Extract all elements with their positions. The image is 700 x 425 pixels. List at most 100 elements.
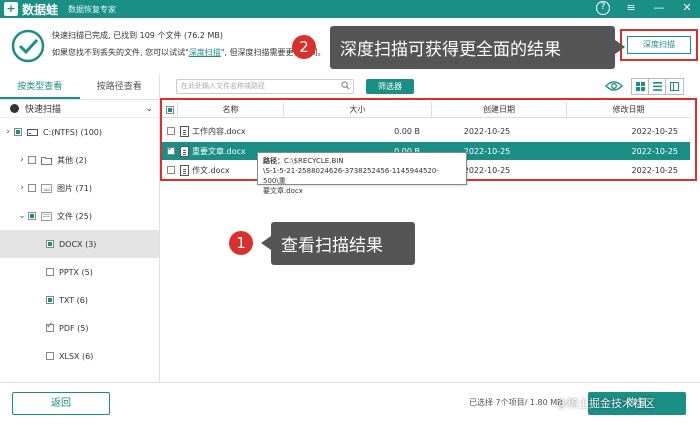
app-subtitle: 数据恢复专家 xyxy=(68,4,117,14)
callout-2: 深度扫描可获得更全面的结果 xyxy=(330,26,625,69)
tree-checkbox[interactable] xyxy=(46,321,54,332)
tooltip-path-3: 要文章.docx xyxy=(263,187,303,195)
grid-view-icon[interactable] xyxy=(632,79,649,94)
selection-summary: 已选择 7个项目/ 1.80 MB xyxy=(469,398,563,407)
tooltip-path-1: C:\$RECYCLE.BIN xyxy=(284,157,344,165)
back-button[interactable]: 返回 xyxy=(12,392,110,415)
tree-item-label: XLSX (6) xyxy=(59,351,94,361)
file-modified: 2022-10-25 xyxy=(631,126,679,136)
chevron-right-icon[interactable]: › xyxy=(16,155,28,165)
tooltip-path-2: \S-1-5-21-2588024626-3738252456-11459445… xyxy=(263,167,439,185)
tree-checkbox[interactable] xyxy=(28,156,36,164)
quick-scan-dropdown[interactable]: 快速扫描 ⌄ xyxy=(0,100,159,118)
hint-prefix: 如果您找不到丢失的文件, 您可以试试" xyxy=(52,48,189,57)
scan-summary-text: 快速扫描已完成, 已找到 109 个文件 (76.2 MB) xyxy=(52,31,223,40)
tree-item-other[interactable]: › 其他 (2) xyxy=(0,146,159,174)
title-bar: + 数据蛙 数据恢复专家 ? ≡ — ✕ xyxy=(0,0,700,18)
docx-file-icon xyxy=(180,164,189,176)
detail-view-icon[interactable] xyxy=(666,79,683,94)
callout-2-badge: 2 xyxy=(292,35,316,59)
scan-complete-check-icon xyxy=(11,29,45,63)
bottom-bar: 返回 已选择 7个项目/ 1.80 MB 恢复 @稀土掘金技术社区 xyxy=(0,382,700,425)
file-name: 工作内容.docx xyxy=(192,126,246,136)
tab-by-path[interactable]: 按路径查看 xyxy=(80,74,160,99)
callout-1: 查看扫描结果 xyxy=(261,222,415,265)
watermark: @稀土掘金技术社区 xyxy=(556,397,655,410)
tree-item-label: PDF (5) xyxy=(59,323,89,333)
tree-item-drive[interactable]: › C:(NTFS) (100) xyxy=(0,118,159,146)
app-logo: + 数据蛙 数据恢复专家 xyxy=(4,1,116,18)
table-row[interactable]: 工作内容.docx 0.00 B 2022-10-25 2022-10-25 xyxy=(162,122,690,140)
scan-mode-icon xyxy=(10,104,19,113)
row-checkbox[interactable] xyxy=(167,127,175,135)
tree-item-xlsx[interactable]: XLSX (6) xyxy=(0,342,159,370)
tree-item-label: DOCX (3) xyxy=(59,239,97,249)
tree-checkbox[interactable] xyxy=(46,352,54,360)
tree-checkbox[interactable] xyxy=(46,296,54,304)
help-icon[interactable]: ? xyxy=(596,1,610,15)
chevron-right-icon[interactable]: › xyxy=(16,183,28,193)
table-header: 名称 大小 创建日期 修改日期 xyxy=(162,102,690,118)
docx-file-icon xyxy=(180,125,189,137)
row-checkbox[interactable] xyxy=(167,144,175,155)
view-tabs: 按类型查看 按路径查看 xyxy=(0,74,159,100)
list-view-icon[interactable] xyxy=(649,79,666,94)
drive-icon xyxy=(27,128,38,136)
file-modified: 2022-10-25 xyxy=(631,146,679,156)
search-placeholder: 在此处输入文件名称或路径 xyxy=(181,82,265,90)
docx-file-icon xyxy=(180,145,189,157)
tree-checkbox[interactable] xyxy=(28,212,36,220)
file-created: 2022-10-25 xyxy=(463,126,511,136)
tree-item-docx[interactable]: DOCX (3) xyxy=(0,230,159,258)
search-icon[interactable] xyxy=(341,81,350,90)
file-size: 0.00 B xyxy=(394,126,420,136)
tree-checkbox[interactable] xyxy=(28,184,36,192)
filter-button[interactable]: 筛选器 xyxy=(366,79,414,94)
path-tooltip: 路径：C:\$RECYCLE.BIN \S-1-5-21-2588024626-… xyxy=(257,152,467,195)
chevron-down-icon: ⌄ xyxy=(145,103,153,114)
menu-icon[interactable]: ≡ xyxy=(624,1,638,15)
quick-scan-label: 快速扫描 xyxy=(25,105,62,115)
minimize-icon[interactable]: — xyxy=(652,1,666,15)
app-name: 数据蛙 xyxy=(22,2,59,17)
tree-checkbox[interactable] xyxy=(46,268,54,276)
tree-item-label: 其他 (2) xyxy=(57,155,87,165)
logo-icon: + xyxy=(4,2,18,16)
deep-scan-link[interactable]: 深度扫描 xyxy=(189,48,221,57)
file-modified: 2022-10-25 xyxy=(631,165,679,175)
column-created[interactable]: 创建日期 xyxy=(432,102,567,117)
document-icon xyxy=(41,211,52,221)
chevron-down-icon[interactable]: ⌄ xyxy=(16,211,28,221)
row-checkbox[interactable] xyxy=(167,166,175,174)
column-name[interactable]: 名称 xyxy=(178,102,284,117)
tree-item-pdf[interactable]: PDF (5) xyxy=(0,314,159,342)
tooltip-label: 路径： xyxy=(263,157,284,165)
tree-checkbox[interactable] xyxy=(46,240,54,248)
column-modified[interactable]: 修改日期 xyxy=(567,102,690,117)
tree-item-images[interactable]: › 图片 (71) xyxy=(0,174,159,202)
tree-item-label: C:(NTFS) (100) xyxy=(43,127,102,137)
chevron-right-icon[interactable]: › xyxy=(2,127,14,137)
view-mode-switcher xyxy=(631,78,684,95)
deep-scan-hint: 如果您找不到丢失的文件, 您可以试试"深度扫描", 但深度扫描需要更长时间。 xyxy=(52,47,326,58)
tree-item-label: PPTX (5) xyxy=(59,267,93,277)
column-size[interactable]: 大小 xyxy=(284,102,432,117)
tree-checkbox[interactable] xyxy=(14,128,22,136)
folder-icon xyxy=(41,156,52,165)
tree-item-pptx[interactable]: PPTX (5) xyxy=(0,258,159,286)
tree-item-txt[interactable]: TXT (6) xyxy=(0,286,159,314)
tree-item-documents[interactable]: ⌄ 文件 (25) xyxy=(0,202,159,230)
tree-item-label: 文件 (25) xyxy=(57,211,92,221)
tree-item-label: 图片 (71) xyxy=(57,183,92,193)
image-icon xyxy=(41,183,52,193)
select-all-cell xyxy=(162,102,178,117)
deep-scan-button[interactable]: 深度扫描 xyxy=(627,36,691,54)
close-icon[interactable]: ✕ xyxy=(680,1,694,15)
tab-by-type[interactable]: 按类型查看 xyxy=(0,74,80,99)
tree-item-label: TXT (6) xyxy=(59,295,88,305)
callout-2-text: 深度扫描可获得更全面的结果 xyxy=(340,40,561,60)
left-panel: 按类型查看 按路径查看 快速扫描 ⌄ › C:(NTFS) (100) › 其他… xyxy=(0,74,160,382)
select-all-checkbox[interactable] xyxy=(165,105,174,114)
search-input[interactable]: 在此处输入文件名称或路径 xyxy=(176,79,354,94)
eye-icon[interactable] xyxy=(605,80,623,92)
